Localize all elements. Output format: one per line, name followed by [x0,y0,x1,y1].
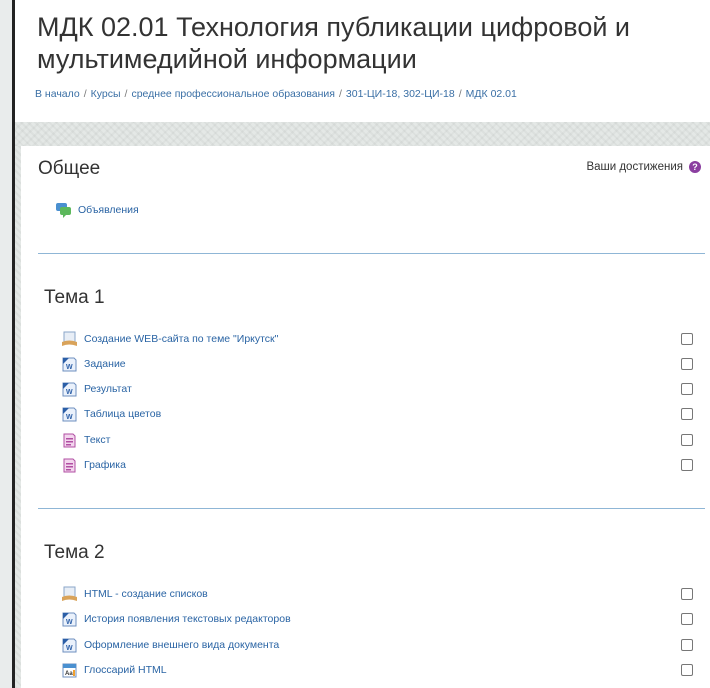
activity-link[interactable]: Графика [84,459,126,471]
breadcrumb-groups[interactable]: 301-ЦИ-18, 302-ЦИ-18 [346,88,455,100]
activity-link[interactable]: Создание WEB-сайта по теме "Иркутск" [84,333,278,345]
activity-item[interactable]: Текст [61,430,110,450]
breadcrumb: В начало / Курсы / среднее профессиональное … [35,88,517,100]
svg-text:W: W [66,645,73,652]
word-document-icon: W [61,611,78,628]
svg-text:W: W [66,364,73,371]
breadcrumb-separator: / [124,88,128,100]
activity-link[interactable]: Задание [84,358,126,370]
word-document-icon: W [61,406,78,423]
page-frame: МДК 02.01 Технология публикации цифровой… [12,0,710,688]
section-topic2-title: Тема 2 [44,542,105,563]
completion-checkbox[interactable] [681,459,693,471]
lesson-icon [61,586,78,603]
activity-link[interactable]: Оформление внешнего вида документа [84,639,279,651]
achievements-label: Ваши достижения [586,161,683,173]
page-header: МДК 02.01 Технология публикации цифровой… [15,0,710,120]
activity-item[interactable]: HTML - создание списков [61,584,208,604]
activity-link[interactable]: Глоссарий HTML [84,664,167,676]
breadcrumb-separator: / [338,88,342,100]
activity-item[interactable]: Графика [61,455,126,475]
svg-text:W: W [66,414,73,421]
completion-checkbox[interactable] [681,383,693,395]
completion-checkbox[interactable] [681,358,693,370]
breadcrumb-separator: / [83,88,87,100]
section-general-title: Общее [38,158,101,179]
forum-icon [55,202,72,219]
activity-item[interactable]: W Задание [61,354,126,374]
completion-checkbox[interactable] [681,613,693,625]
help-icon[interactable]: ? [689,161,701,173]
word-document-icon: W [61,356,78,373]
completion-checkbox[interactable] [681,434,693,446]
section-divider [38,253,705,254]
word-document-icon: W [61,381,78,398]
breadcrumb-home[interactable]: В начало [35,88,80,100]
activity-link[interactable]: Результат [84,383,132,395]
activity-link[interactable]: История появления текстовых редакторов [84,613,291,625]
lesson-icon [61,331,78,348]
activity-link[interactable]: HTML - создание списков [84,588,208,600]
word-document-icon: W [61,637,78,654]
activity-item[interactable]: Создание WEB-сайта по теме "Иркутск" [61,329,278,349]
header-texture-band [15,122,710,146]
section-divider [38,508,705,509]
breadcrumb-course[interactable]: МДК 02.01 [466,88,517,100]
page-title: МДК 02.01 Технология публикации цифровой… [37,12,631,74]
activity-link[interactable]: Таблица цветов [84,408,161,420]
activity-item[interactable]: Aa Глоссарий HTML [61,660,167,680]
activity-item[interactable]: W Таблица цветов [61,404,161,424]
completion-checkbox[interactable] [681,664,693,676]
breadcrumb-courses[interactable]: Курсы [91,88,121,100]
section-topic1-title: Тема 1 [44,287,105,308]
text-file-icon [61,457,78,474]
completion-checkbox[interactable] [681,408,693,420]
activity-item[interactable]: W Результат [61,379,132,399]
svg-text:Aa: Aa [65,671,73,677]
completion-checkbox[interactable] [681,333,693,345]
course-content: Общее Ваши достижения ? Объявления Тема … [21,146,710,688]
svg-text:W: W [66,389,73,396]
glossary-icon: Aa [61,662,78,679]
svg-text:W: W [66,619,73,626]
activity-link-announcements[interactable]: Объявления [78,204,139,216]
activity-item[interactable]: Объявления [55,200,139,220]
activity-item[interactable]: W Оформление внешнего вида документа [61,635,279,655]
breadcrumb-separator: / [458,88,462,100]
activity-link[interactable]: Текст [84,434,110,446]
completion-checkbox[interactable] [681,639,693,651]
text-file-icon [61,432,78,449]
breadcrumb-category[interactable]: среднее профессиональное образования [131,88,335,100]
achievements[interactable]: Ваши достижения ? [586,161,701,173]
completion-checkbox[interactable] [681,588,693,600]
activity-item[interactable]: W История появления текстовых редакторов [61,609,291,629]
